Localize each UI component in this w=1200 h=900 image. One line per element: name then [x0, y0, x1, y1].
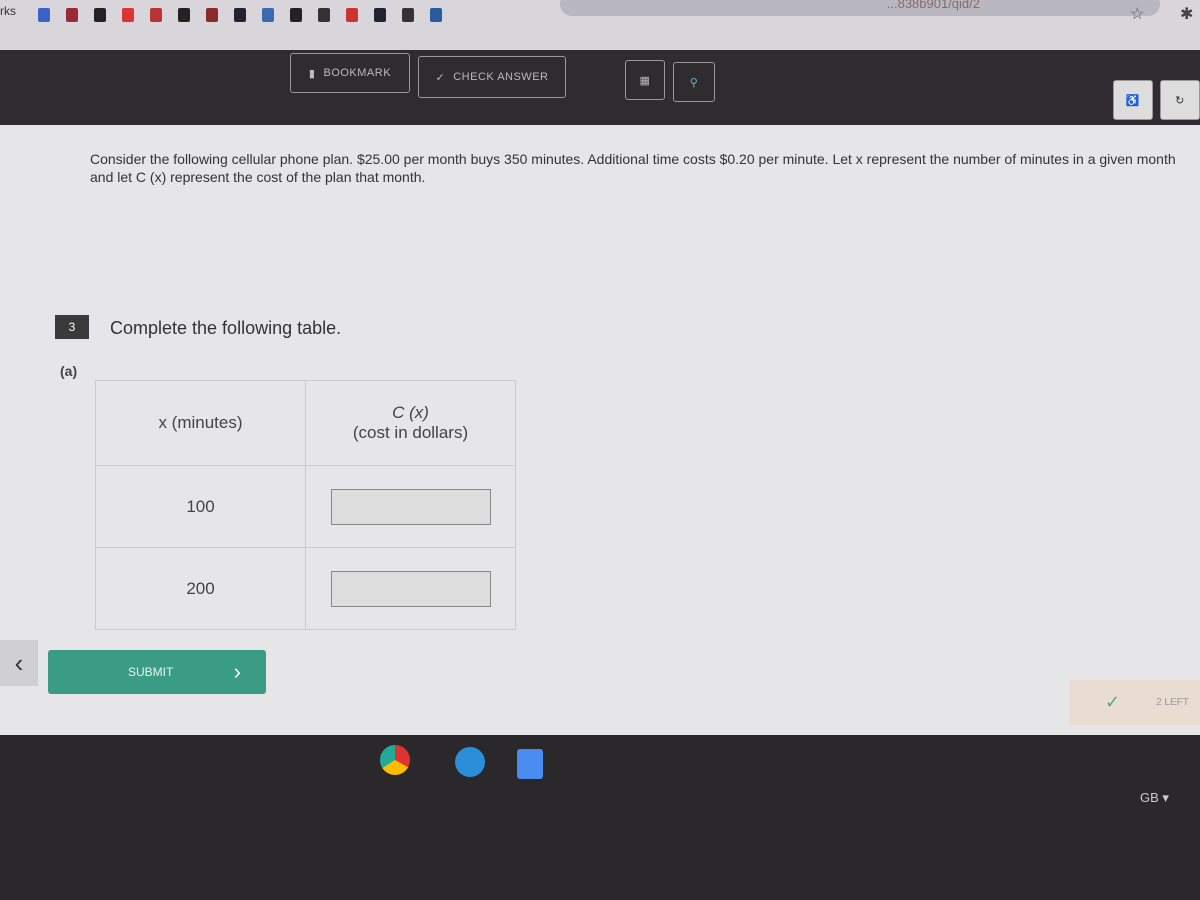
instruction: Complete the following table. [110, 318, 342, 338]
cost-cell [305, 547, 516, 630]
meet-icon[interactable] [455, 747, 485, 777]
chevron-right-icon: › [233, 659, 241, 684]
question-number: 3 [55, 315, 89, 339]
calculator-button[interactable]: ▦ [625, 60, 665, 100]
bookmark-label: BOOKMARK [323, 67, 392, 79]
bookmark-button[interactable]: ▮ BOOKMARK [290, 53, 410, 93]
bookmark-favicon-icon[interactable] [122, 8, 134, 22]
submit-label: SUBMIT [128, 665, 174, 679]
accessibility-button[interactable]: ♿ [1113, 80, 1153, 120]
x-value: 200 [95, 547, 306, 630]
keyboard-label: GB [1140, 790, 1159, 805]
bookmark-favicon-icon[interactable] [94, 8, 106, 22]
attempts-status: ✓ 2 LEFT [1070, 680, 1200, 725]
submit-button[interactable]: SUBMIT › [48, 650, 266, 694]
header-cost-symbol: C (x) [392, 403, 429, 422]
bookmark-favicon-icon[interactable] [430, 8, 442, 22]
extensions-icon[interactable]: ✱ [1180, 4, 1193, 24]
cost-cell [305, 465, 516, 548]
keyboard-layout[interactable]: GB ▾ [1140, 790, 1169, 806]
bookmark-favicon-icon[interactable] [66, 8, 78, 22]
bookmark-favicon-icon[interactable] [178, 8, 190, 22]
table-row: 200 [95, 547, 516, 630]
chrome-icon[interactable] [380, 745, 410, 775]
previous-button[interactable]: ‹ [0, 640, 38, 686]
search-icon: ⚲ [689, 76, 699, 89]
wifi-icon: ▾ [1162, 790, 1169, 805]
bookmark-favicon-icon[interactable] [318, 8, 330, 22]
check-icon: ✓ [1105, 692, 1121, 712]
bookmark-favicon-icon[interactable] [206, 8, 218, 22]
header-cost-unit: (cost in dollars) [352, 423, 469, 442]
tries-left: 2 LEFT [1156, 697, 1189, 708]
refresh-icon: ↻ [1175, 94, 1185, 107]
header-x: x (minutes) [95, 380, 306, 466]
os-shelf: GB ▾ [0, 735, 1200, 900]
cost-input-100[interactable] [330, 488, 491, 525]
accessibility-icon: ♿ [1125, 94, 1141, 107]
address-bar[interactable]: ...838b901/qid/2 [560, 0, 1160, 16]
star-icon[interactable]: ☆ [1130, 4, 1144, 24]
bookmark-favicon-icon[interactable] [290, 8, 302, 22]
calculator-icon: ▦ [639, 74, 651, 87]
bookmarks-label: rks [0, 4, 16, 18]
bookmark-favicon-icon[interactable] [346, 8, 358, 22]
docs-icon[interactable] [517, 749, 543, 779]
bookmark-icon: ▮ [308, 67, 316, 80]
answer-table: x (minutes) C (x) (cost in dollars) 100 2… [95, 380, 516, 630]
part-label: (a) [60, 363, 78, 379]
question-toolbar: ▮ BOOKMARK ✓ CHECK ANSWER ▦ ⚲ ♿ ↻ [0, 50, 1200, 125]
x-value: 100 [95, 465, 306, 548]
bookmark-favicon-icon[interactable] [38, 8, 50, 22]
bookmark-favicon-icon[interactable] [262, 8, 274, 22]
check-answer-label: CHECK ANSWER [453, 71, 549, 83]
search-button[interactable]: ⚲ [673, 62, 715, 102]
question-text: Consider the following cellular phone pl… [90, 151, 1176, 185]
table-header: x (minutes) C (x) (cost in dollars) [95, 380, 516, 466]
bookmark-favicon-icon[interactable] [402, 8, 414, 22]
header-cost: C (x) (cost in dollars) [305, 380, 516, 466]
question-content: Consider the following cellular phone pl… [0, 125, 1200, 735]
check-answer-button[interactable]: ✓ CHECK ANSWER [418, 56, 566, 98]
browser-bookmarks-bar: ...838b901/qid/2 rks ☆ ✱ [0, 0, 1200, 50]
bookmark-favicons [38, 8, 442, 22]
bookmark-favicon-icon[interactable] [150, 8, 162, 22]
check-icon: ✓ [435, 71, 446, 84]
table-row: 100 [95, 465, 516, 548]
cost-input-200[interactable] [330, 570, 491, 607]
bookmark-favicon-icon[interactable] [374, 8, 386, 22]
bookmark-favicon-icon[interactable] [234, 8, 246, 22]
refresh-button[interactable]: ↻ [1160, 80, 1200, 120]
